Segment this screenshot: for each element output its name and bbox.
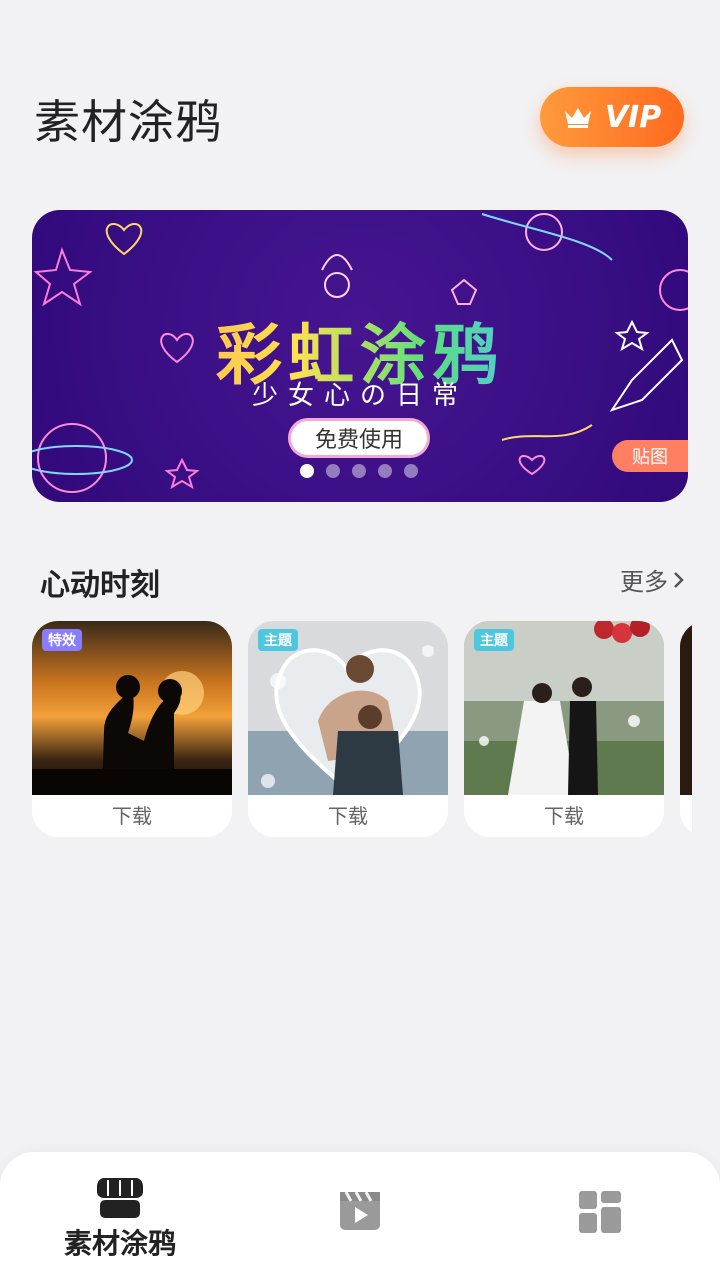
crown-icon <box>564 108 591 128</box>
banner-cta-button[interactable]: 免费使用 <box>288 418 430 458</box>
template-card[interactable]: 主题 下载 <box>464 621 664 837</box>
tab-label: 素材涂鸦 <box>63 1227 176 1260</box>
card-thumbnail <box>680 621 692 795</box>
carousel-dot[interactable] <box>326 464 340 478</box>
template-card[interactable]: 主题 下载 <box>248 621 448 837</box>
download-label[interactable]: 下载 <box>32 800 232 829</box>
chevron-right-icon <box>674 571 684 588</box>
more-label: 更多 <box>620 568 668 596</box>
tab-grid[interactable] <box>560 1152 640 1280</box>
template-card[interactable]: 特效 下载 <box>32 621 232 837</box>
tab-video[interactable] <box>320 1152 400 1280</box>
page-title: 素材涂鸦 <box>34 95 222 149</box>
card-badge: 特效 <box>42 629 82 651</box>
template-card[interactable] <box>680 621 692 837</box>
card-badge: 主题 <box>258 629 298 651</box>
banner-tag: 贴图 <box>612 440 688 472</box>
card-list: 特效 下载 主题 下载 主题 下载 <box>32 621 692 837</box>
vip-label: VIP <box>604 99 662 135</box>
promo-banner[interactable]: 彩虹涂鸦 少女心の日常 免费使用 贴图 <box>32 210 688 502</box>
carousel-dot[interactable] <box>404 464 418 478</box>
download-label[interactable]: 下载 <box>464 800 664 829</box>
bottom-tab-bar: 素材涂鸦 <box>0 1152 720 1280</box>
carousel-dots <box>300 464 418 478</box>
banner-subtitle: 少女心の日常 <box>251 381 468 411</box>
store-icon <box>97 1178 143 1218</box>
video-icon <box>340 1191 380 1230</box>
card-badge: 主题 <box>474 629 514 651</box>
download-label[interactable]: 下载 <box>248 800 448 829</box>
more-link[interactable]: 更多 <box>620 562 686 597</box>
carousel-dot[interactable] <box>300 464 314 478</box>
carousel-dot[interactable] <box>378 464 392 478</box>
grid-icon <box>579 1191 621 1233</box>
carousel-dot[interactable] <box>352 464 366 478</box>
tab-material-doodle[interactable]: 素材涂鸦 <box>60 1152 180 1280</box>
vip-button[interactable]: VIP <box>540 87 684 147</box>
section-title: 心动时刻 <box>40 568 160 603</box>
